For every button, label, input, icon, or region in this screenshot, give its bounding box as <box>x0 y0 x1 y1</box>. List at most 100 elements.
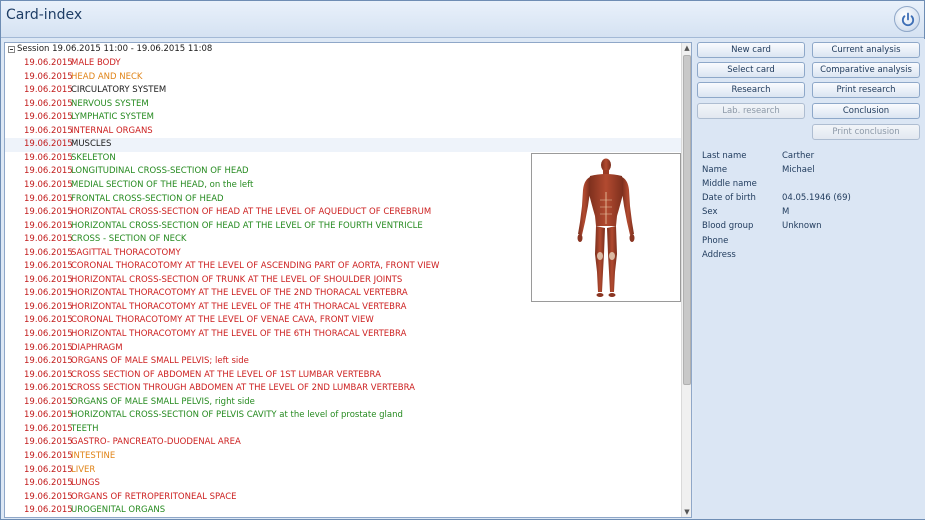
row-name: HORIZONTAL THORACOTOMY AT THE LEVEL OF T… <box>71 288 408 299</box>
row-date: 19.06.2015 <box>24 247 73 258</box>
row-date: 19.06.2015 <box>24 179 73 190</box>
tree-row[interactable]: 19.06.2015 ORGANS OF MALE SMALL PELVIS; l… <box>5 355 681 369</box>
row-name: CROSS SECTION THROUGH ABDOMEN AT THE LEV… <box>71 383 415 394</box>
row-name: ORGANS OF MALE SMALL PELVIS, right side <box>71 396 255 407</box>
power-button[interactable] <box>894 6 920 32</box>
tree-row[interactable]: 19.06.2015 LUNGS <box>5 477 681 491</box>
tree-row[interactable]: 19.06.2015 DIAPHRAGM <box>5 342 681 356</box>
row-date: 19.06.2015 <box>24 315 73 326</box>
row-date: 19.06.2015 <box>24 478 73 489</box>
row-name: INTERNAL ORGANS <box>71 125 153 136</box>
new-card-button[interactable]: New card <box>697 42 805 58</box>
session-label: Session 19.06.2015 11:00 - 19.06.2015 11… <box>17 44 213 54</box>
print-conclusion-button[interactable]: Print conclusion <box>812 124 920 140</box>
row-name: LYMPHATIC SYSTEM <box>71 112 155 123</box>
row-date: 19.06.2015 <box>24 193 73 204</box>
row-date: 19.06.2015 <box>24 152 73 163</box>
tree-row[interactable]: 19.06.2015 NERVOUS SYSTEM <box>5 98 681 112</box>
phone-label: Phone <box>702 236 729 246</box>
arrow-up-icon[interactable]: ▲ <box>682 43 692 53</box>
collapse-minus-icon[interactable] <box>8 46 15 53</box>
row-name: SAGITTAL THORACOTOMY <box>71 247 181 258</box>
row-date: 19.06.2015 <box>24 464 73 475</box>
row-date: 19.06.2015 <box>24 437 73 448</box>
right-panel: New card Current analysis Select card Co… <box>694 39 925 519</box>
row-name: MUSCLES <box>71 139 112 150</box>
sex-label: Sex <box>702 207 718 217</box>
row-date: 19.06.2015 <box>24 58 73 68</box>
tree-scrollbar[interactable]: ▲ ▼ <box>681 43 691 517</box>
row-name: SKELETON <box>71 152 116 163</box>
research-button[interactable]: Research <box>697 82 805 98</box>
tree-row[interactable]: 19.06.2015 CROSS SECTION THROUGH ABDOMEN … <box>5 382 681 396</box>
middle-name-label: Middle name <box>702 179 757 189</box>
tree-row[interactable]: 19.06.2015 CIRCULATORY SYSTEM <box>5 84 681 98</box>
row-date: 19.06.2015 <box>24 71 73 82</box>
tree-row[interactable]: 19.06.2015 GASTRO- PANCREATO-DUODENAL ARE… <box>5 436 681 450</box>
row-name: FRONTAL CROSS-SECTION OF HEAD <box>71 193 224 204</box>
row-date: 19.06.2015 <box>24 166 73 177</box>
tree-row[interactable]: 19.06.2015 TEETH <box>5 423 681 437</box>
tree-row[interactable]: 19.06.2015 HORIZONTAL THORACOTOMY AT THE … <box>5 328 681 342</box>
current-analysis-button[interactable]: Current analysis <box>812 42 920 58</box>
row-name: HORIZONTAL CROSS-SECTION OF PELVIS CAVIT… <box>71 410 403 421</box>
tree-row[interactable]: 19.06.2015 MALE BODY <box>5 57 681 71</box>
row-date: 19.06.2015 <box>24 139 73 150</box>
dob-value: 04.05.1946 (69) <box>782 193 851 203</box>
conclusion-button[interactable]: Conclusion <box>812 103 920 119</box>
row-date: 19.06.2015 <box>24 396 73 407</box>
row-name: MEDIAL SECTION OF THE HEAD, on the left <box>71 179 254 190</box>
arrow-down-icon[interactable]: ▼ <box>682 507 692 517</box>
tree-row[interactable]: 19.06.2015 UROGENITAL ORGANS <box>5 504 681 518</box>
tree-row[interactable]: 19.06.2015 INTESTINE <box>5 450 681 464</box>
print-research-button[interactable]: Print research <box>812 82 920 98</box>
tree-row[interactable]: 19.06.2015 HEAD AND NECK <box>5 71 681 85</box>
tree-row[interactable]: 19.06.2015 CROSS SECTION OF ABDOMEN AT TH… <box>5 369 681 383</box>
row-name: DIAPHRAGM <box>71 342 123 353</box>
row-name: CROSS - SECTION OF NECK <box>71 234 187 245</box>
row-date: 19.06.2015 <box>24 207 73 218</box>
row-date: 19.06.2015 <box>24 505 73 516</box>
row-date: 19.06.2015 <box>24 261 73 272</box>
tree-row[interactable]: 19.06.2015 INTERNAL ORGANS <box>5 125 681 139</box>
comparative-analysis-button[interactable]: Comparative analysis <box>812 62 920 78</box>
tree-row[interactable]: 19.06.2015 MUSCLES <box>5 138 681 152</box>
scroll-thumb[interactable] <box>683 55 691 385</box>
row-name: CIRCULATORY SYSTEM <box>71 85 167 96</box>
row-date: 19.06.2015 <box>24 112 73 123</box>
tree-row[interactable]: 19.06.2015 HORIZONTAL CROSS-SECTION OF PE… <box>5 409 681 423</box>
row-date: 19.06.2015 <box>24 301 73 312</box>
name-value: Michael <box>782 165 815 175</box>
tree-row[interactable]: 19.06.2015 LIVER <box>5 464 681 478</box>
session-tree: Session 19.06.2015 11:00 - 19.06.2015 11… <box>4 42 692 518</box>
row-name: CORONAL THORACOTOMY AT THE LEVEL OF ASCE… <box>71 261 440 272</box>
row-name: TEETH <box>71 423 99 434</box>
blood-group-value: Unknown <box>782 221 822 231</box>
row-name: HORIZONTAL THORACOTOMY AT THE LEVEL OF T… <box>71 329 407 339</box>
row-date: 19.06.2015 <box>24 423 73 434</box>
male-muscle-figure-image <box>577 158 635 297</box>
select-card-button[interactable]: Select card <box>697 62 805 78</box>
tree-row[interactable]: 19.06.2015 LYMPHATIC SYSTEM <box>5 111 681 125</box>
row-date: 19.06.2015 <box>24 288 73 299</box>
address-label: Address <box>702 250 736 260</box>
row-name: INTESTINE <box>71 450 116 461</box>
app-window: Card-index Session 19.06.2015 11:00 - 19… <box>0 0 925 520</box>
row-date: 19.06.2015 <box>24 125 73 136</box>
tree-row[interactable]: 19.06.2015 ORGANS OF RETROPERITONEAL SPAC… <box>5 491 681 505</box>
session-node[interactable]: Session 19.06.2015 11:00 - 19.06.2015 11… <box>5 43 681 56</box>
tree-row[interactable]: 19.06.2015 CORONAL THORACOTOMY AT THE LEV… <box>5 314 681 328</box>
blood-group-label: Blood group <box>702 221 754 231</box>
last-name-value: Carther <box>782 151 815 161</box>
row-name: LUNGS <box>71 478 100 489</box>
row-date: 19.06.2015 <box>24 369 73 380</box>
row-name: HORIZONTAL CROSS-SECTION OF TRUNK AT THE… <box>71 274 403 285</box>
muscles-preview-image <box>531 153 681 302</box>
tree-row[interactable]: 19.06.2015 ORGANS OF MALE SMALL PELVIS, r… <box>5 396 681 410</box>
lab-research-button[interactable]: Lab. research <box>697 103 805 119</box>
row-name: ORGANS OF MALE SMALL PELVIS; left side <box>71 356 249 367</box>
row-date: 19.06.2015 <box>24 410 73 421</box>
row-name: LIVER <box>71 464 96 475</box>
name-label: Name <box>702 165 728 175</box>
row-date: 19.06.2015 <box>24 450 73 461</box>
